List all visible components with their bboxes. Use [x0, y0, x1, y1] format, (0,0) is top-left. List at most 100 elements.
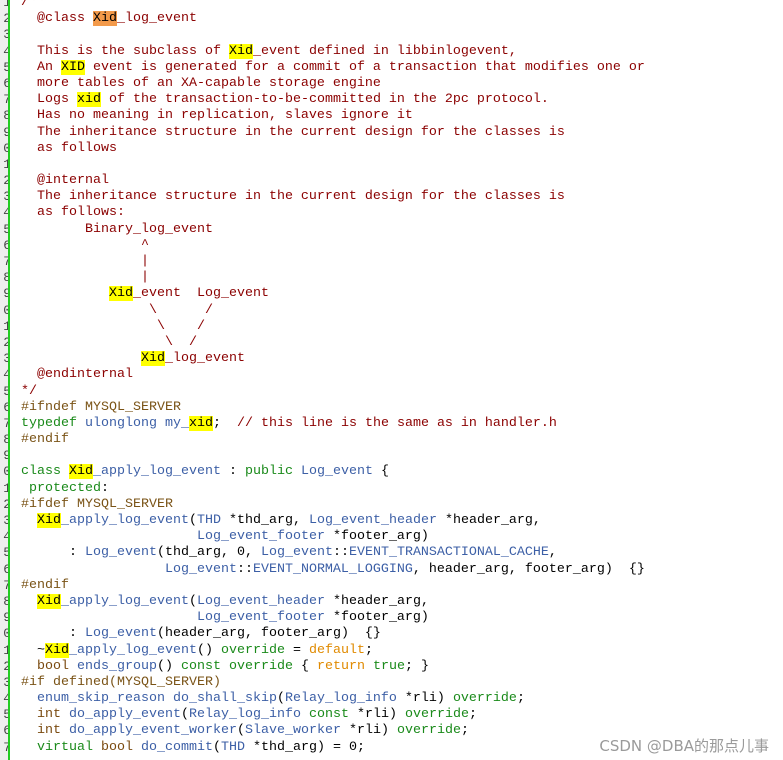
code-token: ( — [276, 691, 285, 707]
code-line[interactable]: #endif — [21, 432, 783, 448]
line-number: 5 — [3, 221, 8, 237]
line-number: 6 — [3, 75, 8, 91]
code-token: ; — [212, 415, 237, 431]
code-line[interactable]: : Log_event(header_arg, footer_arg) {} — [21, 626, 783, 642]
code-line[interactable]: Xid_event Log_event — [21, 286, 783, 302]
code-line[interactable]: */ — [21, 384, 783, 400]
code-line[interactable]: @class Xid_log_event — [21, 11, 783, 27]
code-token: do_apply_event_worker — [69, 723, 237, 739]
code-token: of the transaction-to-be-committed in th… — [101, 92, 549, 108]
line-number: 0 — [3, 464, 8, 480]
code-token: Has no meaning in replication, slaves ig… — [21, 108, 413, 124]
code-line[interactable]: ^ — [21, 238, 783, 254]
code-token: _log_event — [116, 11, 197, 27]
code-token: Log_event — [300, 464, 373, 480]
code-line[interactable]: | — [21, 270, 783, 286]
code-token: override — [220, 642, 285, 658]
code-token: ulonglong my_ — [85, 415, 189, 431]
code-token: THD — [196, 513, 221, 528]
code-line[interactable]: \ / — [21, 303, 783, 319]
code-token: ~ — [21, 642, 45, 658]
line-number: 1 — [3, 0, 8, 10]
code-token: : — [21, 545, 85, 561]
code-line[interactable]: This is the subclass of Xid_event define… — [21, 43, 783, 60]
code-line[interactable]: The inheritance structure in the current… — [21, 189, 783, 205]
line-number: 1 — [3, 642, 8, 658]
code-line[interactable]: #endif — [21, 578, 783, 594]
line-number: 2 — [3, 658, 8, 674]
line-number: 6 — [3, 561, 8, 577]
code-line[interactable]: Binary_log_event — [21, 222, 783, 238]
code-line[interactable]: Logs xid of the transaction-to-be-commit… — [21, 92, 783, 108]
code-line[interactable]: An XID event is generated for a commit o… — [21, 59, 783, 76]
code-line[interactable]: Xid_apply_log_event(THD *thd_arg, Log_ev… — [21, 513, 783, 529]
code-token: ^ — [21, 237, 149, 253]
code-token: ; — [468, 707, 477, 723]
code-line[interactable]: class Xid_apply_log_event : public Log_e… — [21, 464, 783, 480]
code-token: #ifdef MYSQL_SERVER — [21, 496, 173, 512]
line-number: 7 — [3, 415, 8, 431]
code-token: *header_arg, — [436, 513, 541, 528]
code-token: Log_event_footer — [196, 610, 325, 626]
code-line[interactable]: @internal — [21, 173, 783, 189]
line-number: 2 — [3, 496, 8, 512]
code-line[interactable]: int do_apply_event(Relay_log_info const … — [21, 707, 783, 723]
code-line[interactable]: Xid_apply_log_event(Log_event_header *he… — [21, 593, 783, 610]
code-line[interactable]: #if defined(MYSQL_SERVER) — [21, 675, 783, 691]
code-line[interactable]: \ / — [21, 335, 783, 351]
code-line[interactable]: typedef ulonglong my_xid; // this line i… — [21, 415, 783, 432]
code-editor[interactable]: /** @class Xid_log_event This is the sub… — [21, 0, 783, 756]
code-token: Log_event — [260, 545, 333, 561]
code-line[interactable]: Xid_log_event — [21, 351, 783, 367]
code-token: #ifndef MYSQL_SERVER — [21, 399, 181, 415]
line-number: 8 — [3, 432, 8, 448]
code-line[interactable]: as follows — [21, 141, 783, 157]
code-line[interactable]: /** — [21, 0, 783, 11]
code-line[interactable] — [21, 448, 783, 464]
code-line[interactable]: enum_skip_reason do_shall_skip(Relay_log… — [21, 691, 783, 707]
code-line[interactable]: Log_event::EVENT_NORMAL_LOGGING, header_… — [21, 562, 783, 578]
search-highlight: Xid — [108, 286, 133, 302]
code-line[interactable] — [21, 27, 783, 43]
code-token: Relay_log_info — [188, 707, 301, 723]
code-token: :: — [332, 545, 349, 561]
code-line[interactable]: more tables of an XA-capable storage eng… — [21, 76, 783, 92]
code-line[interactable]: The inheritance structure in the current… — [21, 125, 783, 141]
code-line[interactable]: ~Xid_apply_log_event() override = defaul… — [21, 642, 783, 659]
code-token: { — [372, 464, 389, 480]
code-line[interactable]: Log_event_footer *footer_arg) — [21, 529, 783, 545]
code-line[interactable] — [21, 157, 783, 173]
code-token: *header_arg, — [324, 593, 429, 609]
code-token: true — [372, 658, 405, 674]
code-token: override — [396, 723, 461, 739]
code-line[interactable]: bool ends_group() const override { retur… — [21, 659, 783, 675]
code-line[interactable]: Has no meaning in replication, slaves ig… — [21, 108, 783, 124]
code-line[interactable]: #ifndef MYSQL_SERVER — [21, 400, 783, 416]
search-highlight: Xid — [140, 351, 165, 367]
line-number: 9 — [3, 448, 8, 464]
code-line[interactable]: | — [21, 254, 783, 270]
code-token: () — [156, 658, 181, 674]
code-line[interactable]: #ifdef MYSQL_SERVER — [21, 497, 783, 513]
code-token: *footer_arg) — [324, 529, 429, 545]
line-number: 5 — [3, 59, 8, 75]
line-number: 4 — [3, 43, 8, 59]
code-token: The inheritance structure in the current… — [21, 124, 565, 140]
line-number: 5 — [3, 707, 8, 723]
code-token: _apply_log_event — [61, 513, 189, 528]
code-line[interactable]: \ / — [21, 319, 783, 335]
code-line[interactable]: @endinternal — [21, 367, 783, 383]
code-token: more tables of an XA-capable storage eng… — [21, 75, 381, 91]
code-line[interactable]: : Log_event(thd_arg, 0, Log_event::EVENT… — [21, 545, 783, 561]
search-highlight: XID — [61, 59, 85, 75]
code-line[interactable]: protected: — [21, 481, 783, 497]
code-line[interactable]: Log_event_footer *footer_arg) — [21, 610, 783, 626]
code-token: _event Log_event — [132, 286, 269, 302]
code-line[interactable]: as follows: — [21, 205, 783, 221]
code-token: class — [21, 464, 61, 480]
code-token: Log_event_footer — [196, 529, 325, 545]
